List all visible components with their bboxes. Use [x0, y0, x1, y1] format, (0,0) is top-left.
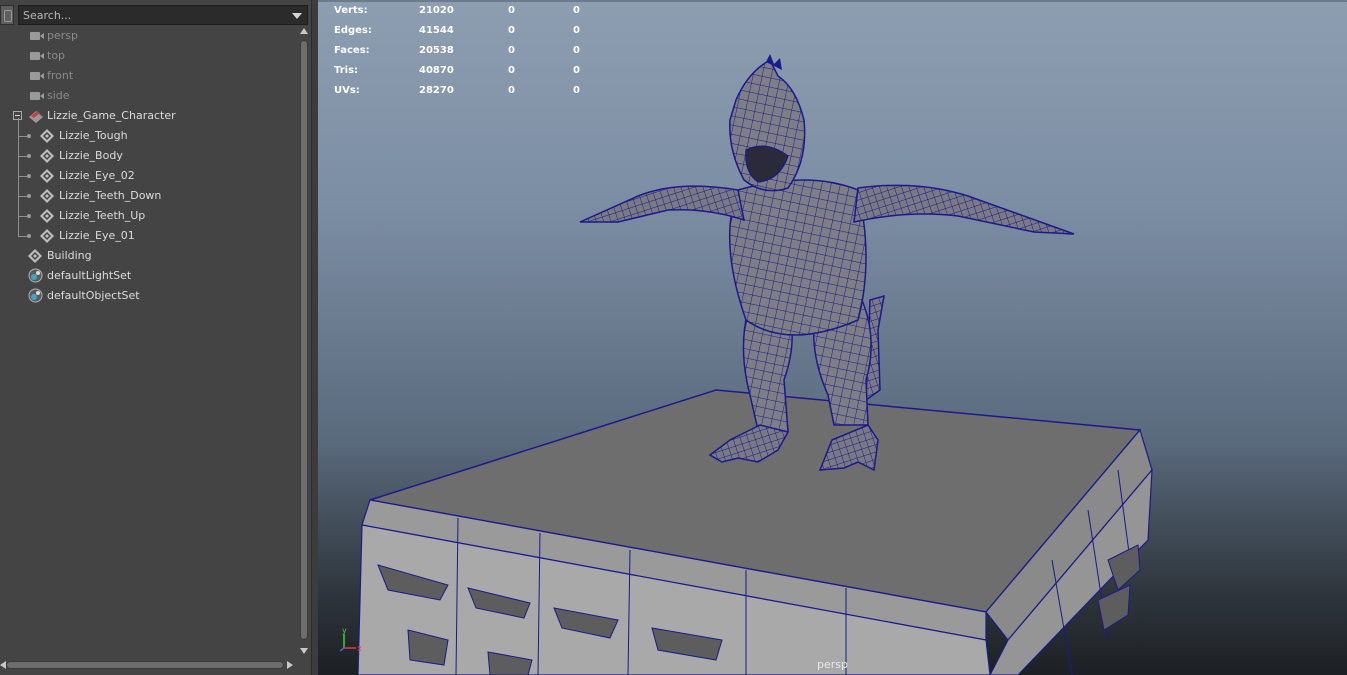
set-icon: [28, 288, 43, 303]
hud-value: 0: [508, 45, 515, 56]
outliner-item-label: Lizzie_Eye_01: [59, 229, 135, 242]
outliner-item-lizzie-tough[interactable]: Lizzie_Tough: [0, 126, 296, 146]
outliner-item-label: Lizzie_Teeth_Up: [59, 209, 146, 222]
axis-gizmo-icon: y x: [339, 626, 362, 653]
hud-label: Faces:: [334, 45, 370, 56]
outliner-panel: persp top front side Lizzie_Game_Charact…: [0, 0, 312, 675]
scene-render[interactable]: [318, 0, 1347, 675]
outliner-item-lizzie-game-character[interactable]: Lizzie_Game_Character: [0, 106, 296, 126]
tree-node-dot-icon: [27, 174, 31, 178]
mesh-icon: [40, 149, 54, 163]
axis-x-label: x: [357, 644, 362, 653]
mesh-icon: [40, 209, 54, 223]
outliner-item-side[interactable]: side: [0, 86, 296, 106]
hud-label: Edges:: [334, 25, 372, 36]
hud-label: Tris:: [334, 65, 359, 76]
outliner-item-lizzie-eye-02[interactable]: Lizzie_Eye_02: [0, 166, 296, 186]
tree-node-dot-icon: [27, 214, 31, 218]
tree-node-dot-icon: [27, 154, 31, 158]
hud-value: 0: [573, 25, 580, 36]
hud-label: UVs:: [334, 85, 360, 96]
mesh-icon: [40, 229, 54, 243]
hud-value: 28270: [419, 85, 454, 96]
outliner-item-building[interactable]: Building: [0, 246, 296, 266]
set-icon: [28, 268, 43, 283]
search-dropdown-arrow-icon[interactable]: [292, 13, 302, 19]
scroll-up-arrow-icon[interactable]: [300, 28, 308, 34]
outliner-item-label: Building: [47, 249, 92, 262]
mesh-icon: [40, 169, 54, 183]
scroll-right-arrow-icon[interactable]: [287, 661, 293, 669]
mesh-icon: [40, 189, 54, 203]
tree-node-dot-icon: [27, 234, 31, 238]
camera-name-label: persp: [817, 658, 848, 671]
outliner-item-label: Lizzie_Teeth_Down: [59, 189, 162, 202]
outliner-item-label: side: [47, 89, 70, 102]
outliner-item-label: Lizzie_Game_Character: [47, 109, 176, 122]
hud-value: 40870: [419, 65, 454, 76]
hud-value: 0: [508, 85, 515, 96]
hud-value: 0: [508, 25, 515, 36]
vertical-scroll-thumb[interactable]: [300, 40, 308, 640]
hud-value: 41544: [419, 25, 454, 36]
outliner-item-lizzie-teeth-down[interactable]: Lizzie_Teeth_Down: [0, 186, 296, 206]
camera-icon: [30, 72, 44, 80]
hud-value: 0: [508, 65, 515, 76]
scroll-down-arrow-icon[interactable]: [300, 648, 308, 654]
hud-value: 0: [508, 5, 515, 16]
hud-value: 0: [573, 5, 580, 16]
group-icon: [29, 110, 44, 123]
mesh-icon: [40, 129, 54, 143]
outliner-item-label: Lizzie_Eye_02: [59, 169, 135, 182]
camera-icon: [30, 92, 44, 100]
outliner-item-front[interactable]: front: [0, 66, 296, 86]
hud-label: Verts:: [334, 5, 368, 16]
axis-y-label: y: [342, 626, 347, 635]
outliner-vertical-scrollbar[interactable]: [298, 26, 310, 658]
outliner-item-lizzie-body[interactable]: Lizzie_Body: [0, 146, 296, 166]
tree-node-dot-icon: [27, 134, 31, 138]
outliner-item-lizzie-eye-01[interactable]: Lizzie_Eye_01: [0, 226, 296, 246]
hud-value: 20538: [419, 45, 454, 56]
outliner-item-label: defaultLightSet: [47, 269, 132, 282]
outliner-item-top[interactable]: top: [0, 46, 296, 66]
outliner-item-label: persp: [47, 29, 78, 42]
camera-icon: [30, 52, 44, 60]
mesh-icon: [28, 249, 42, 263]
outliner-horizontal-scrollbar[interactable]: [0, 658, 298, 672]
outliner-filter-toggle-icon[interactable]: [0, 5, 14, 25]
outliner-item-default-light-set[interactable]: defaultLightSet: [0, 266, 296, 286]
outliner-tree: persp top front side Lizzie_Game_Charact…: [0, 26, 296, 656]
horizontal-scroll-thumb[interactable]: [6, 661, 284, 669]
hud-value: 21020: [419, 5, 454, 16]
hud-value: 0: [573, 85, 580, 96]
tree-node-dot-icon: [27, 194, 31, 198]
outliner-item-label: top: [47, 49, 66, 62]
hud-value: 0: [573, 45, 580, 56]
outliner-item-default-object-set[interactable]: defaultObjectSet: [0, 286, 296, 306]
outliner-item-label: Lizzie_Body: [59, 149, 123, 162]
hud-value: 0: [573, 65, 580, 76]
outliner-item-label: defaultObjectSet: [47, 289, 140, 302]
outliner-search-input[interactable]: [18, 5, 308, 25]
persp-viewport[interactable]: Verts: 21020 0 0 Edges: 41544 0 0 Faces:…: [318, 0, 1347, 675]
outliner-search-row: [0, 5, 310, 25]
outliner-item-lizzie-teeth-up[interactable]: Lizzie_Teeth_Up: [0, 206, 296, 226]
outliner-item-label: Lizzie_Tough: [59, 129, 128, 142]
outliner-item-persp[interactable]: persp: [0, 26, 296, 46]
outliner-item-label: front: [47, 69, 74, 82]
camera-icon: [30, 32, 44, 40]
